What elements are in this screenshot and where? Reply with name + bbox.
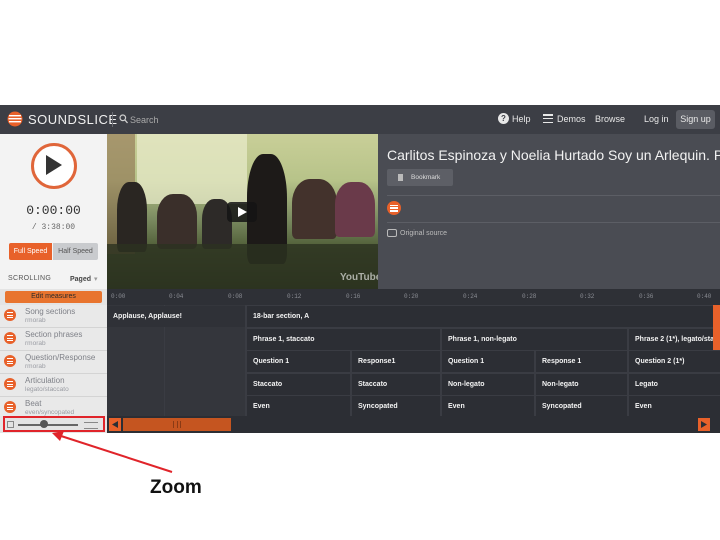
- zoom-annotation-label: Zoom: [150, 477, 202, 498]
- annotation-arrow: [52, 431, 173, 473]
